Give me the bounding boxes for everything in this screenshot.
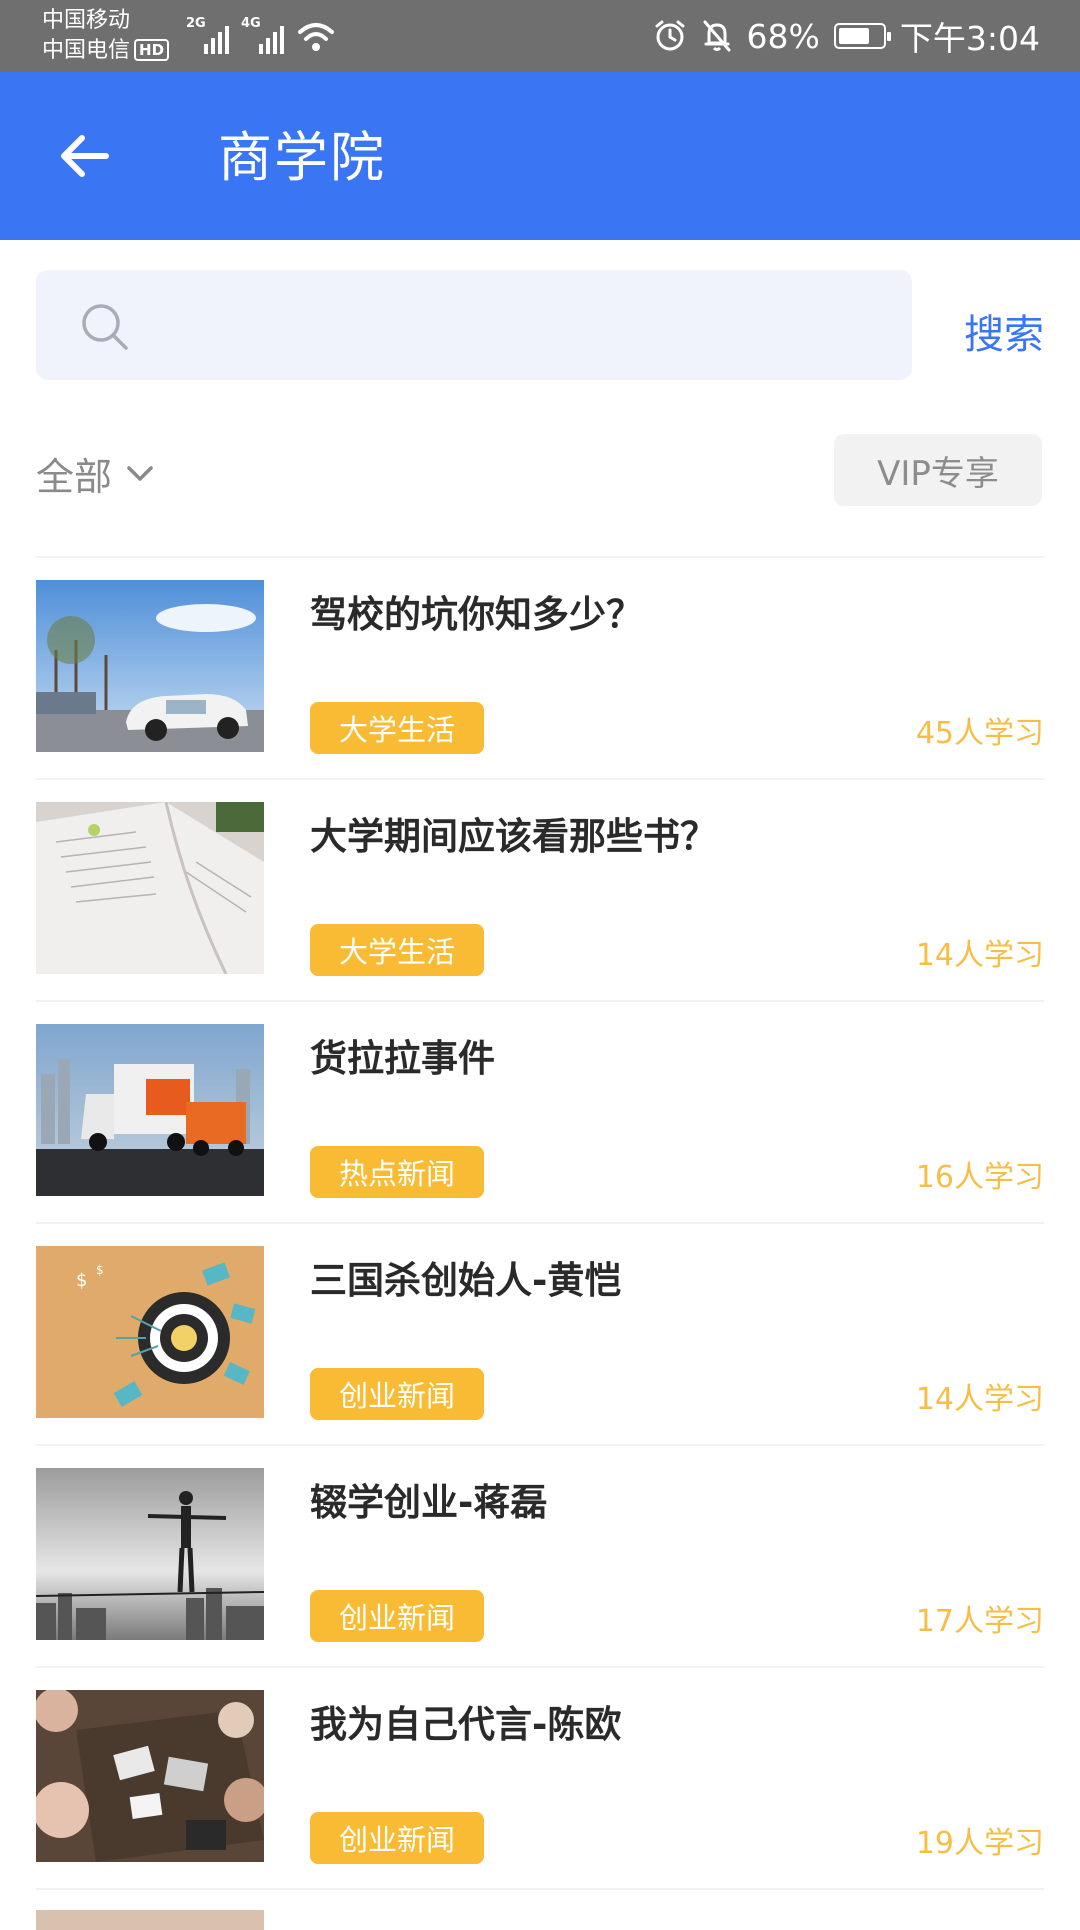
signal-indicators: 2G 4G — [186, 14, 336, 54]
course-tag: 创业新闻 — [310, 1590, 484, 1642]
team-meeting-image — [36, 1690, 264, 1862]
hd-badge: HD — [134, 39, 170, 61]
search-icon — [82, 304, 128, 350]
open-book-image — [36, 802, 264, 974]
svg-text:$: $ — [76, 1270, 87, 1291]
carrier-1: 中国移动 — [42, 8, 131, 33]
learner-count: 45人学习 — [915, 716, 1044, 751]
driving-school-car-image — [36, 580, 264, 752]
target-money-image: $ $ — [36, 1246, 264, 1418]
alarm-icon — [655, 20, 685, 51]
course-item-partial[interactable] — [36, 1888, 1044, 1930]
course-tag: 大学生活 — [310, 702, 484, 754]
carrier-2: 中国电信 — [42, 38, 131, 63]
course-tag: 大学生活 — [310, 924, 484, 976]
back-button[interactable] — [44, 116, 124, 196]
back-arrow-icon — [61, 135, 109, 177]
course-item[interactable]: 货拉拉事件 热点新闻 16人学习 — [36, 1000, 1044, 1222]
search-box[interactable] — [36, 270, 912, 380]
learner-count: 19人学习 — [915, 1826, 1044, 1861]
status-bar: 中国移动 中国电信 HD 2G 4G 68% 下午3:04 — [0, 0, 1080, 72]
course-title: 三国杀创始人-黄恺 — [310, 1259, 622, 1302]
category-label: 全部 — [36, 455, 113, 499]
course-item[interactable]: $ $ 三国杀创始人-黄恺 创业新闻 14人学习 — [36, 1222, 1044, 1444]
clock: 下午3:04 — [899, 19, 1040, 58]
course-list: 驾校的坑你知多少？ 大学生活 45人学习 大学期间应该看那些书？ 大学生活 14… — [36, 556, 1044, 1930]
next-item-image — [36, 1910, 264, 1930]
course-title: 货拉拉事件 — [310, 1037, 495, 1080]
course-tag: 热点新闻 — [310, 1146, 484, 1198]
mute-bell-icon — [703, 20, 731, 52]
net-type-4g: 4G — [241, 16, 261, 31]
filter-row: 全部 VIP专享 — [0, 430, 1080, 510]
learner-count: 14人学习 — [915, 938, 1044, 973]
course-tag: 创业新闻 — [310, 1368, 484, 1420]
battery-percent: 68% — [746, 16, 820, 56]
course-item[interactable]: 大学期间应该看那些书？ 大学生活 14人学习 — [36, 778, 1044, 1000]
course-item[interactable]: 辍学创业-蒋磊 创业新闻 17人学习 — [36, 1444, 1044, 1666]
battery-icon — [833, 23, 891, 49]
course-title: 我为自己代言-陈欧 — [310, 1703, 622, 1746]
course-tag: 创业新闻 — [310, 1812, 484, 1864]
learner-count: 14人学习 — [915, 1382, 1044, 1417]
course-item[interactable]: 我为自己代言-陈欧 创业新闻 19人学习 — [36, 1666, 1044, 1888]
carrier-info: 中国移动 中国电信 HD — [42, 6, 170, 66]
signal-2g-icon: 2G — [186, 16, 229, 54]
course-title: 辍学创业-蒋磊 — [310, 1481, 548, 1524]
status-right: 68% 下午3:04 — [653, 0, 1040, 72]
course-item[interactable]: 驾校的坑你知多少？ 大学生活 45人学习 — [36, 556, 1044, 778]
category-dropdown[interactable]: 全部 — [36, 446, 154, 501]
course-title: 驾校的坑你知多少？ — [310, 593, 643, 636]
learner-count: 16人学习 — [915, 1160, 1044, 1195]
net-type-2g: 2G — [186, 16, 206, 31]
chevron-down-icon — [127, 465, 153, 481]
search-input[interactable] — [146, 290, 886, 360]
learner-count: 17人学习 — [915, 1604, 1044, 1639]
vip-filter-button[interactable]: VIP专享 — [834, 434, 1042, 506]
app-bar: 商学院 — [0, 72, 1080, 240]
tightrope-businessman-image — [36, 1468, 264, 1640]
wifi-icon — [298, 23, 334, 51]
svg-text:$: $ — [96, 1263, 104, 1277]
course-title: 大学期间应该看那些书？ — [310, 815, 717, 858]
signal-4g-icon: 4G — [241, 16, 284, 54]
search-button[interactable]: 搜索 — [964, 302, 1044, 360]
page-title: 商学院 — [218, 126, 386, 189]
delivery-trucks-image — [36, 1024, 264, 1196]
search-row: 搜索 — [0, 240, 1080, 390]
